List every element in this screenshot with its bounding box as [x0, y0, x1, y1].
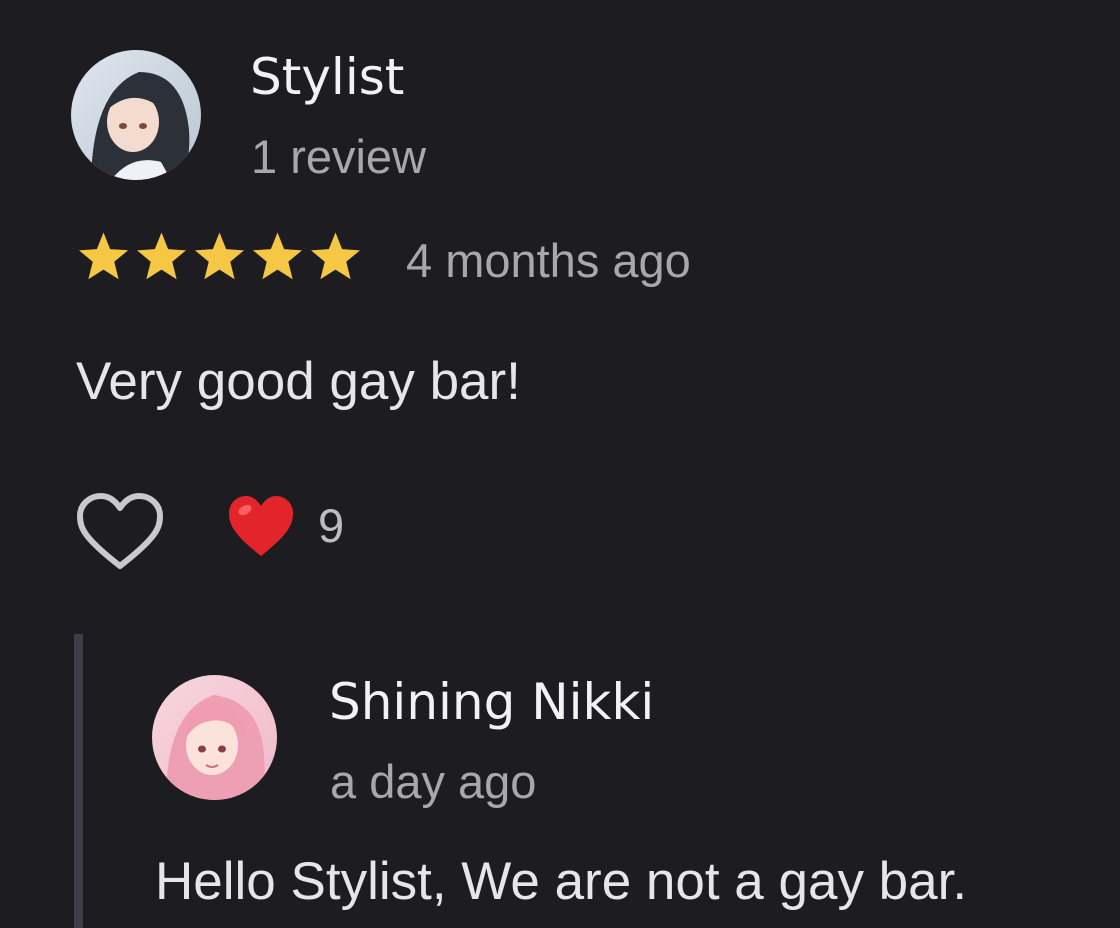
owner-name[interactable]: Shining Nikki	[329, 669, 654, 735]
reaction-count: 9	[318, 499, 345, 552]
star-icon	[192, 230, 247, 283]
review-text: Very good gay bar!	[76, 352, 521, 411]
review-card: Stylist 1 review 4 months ago Very good …	[0, 0, 1120, 928]
owner-avatar[interactable]	[152, 675, 277, 800]
star-icon	[76, 230, 131, 283]
star-rating	[76, 230, 363, 283]
heart-outline-icon[interactable]	[74, 492, 166, 574]
reply-indent-bar	[74, 634, 83, 928]
star-icon	[250, 230, 305, 283]
star-icon	[308, 230, 363, 283]
review-timestamp: 4 months ago	[406, 234, 691, 287]
reply-text: Hello Stylist, We are not a gay bar.	[155, 852, 968, 911]
star-icon	[134, 230, 189, 283]
reply-timestamp: a day ago	[330, 755, 537, 808]
reviewer-review-count: 1 review	[251, 130, 427, 183]
reviewer-avatar[interactable]	[71, 50, 201, 180]
reviewer-name[interactable]: Stylist	[250, 44, 404, 110]
red-heart-emoji-icon	[225, 494, 297, 560]
